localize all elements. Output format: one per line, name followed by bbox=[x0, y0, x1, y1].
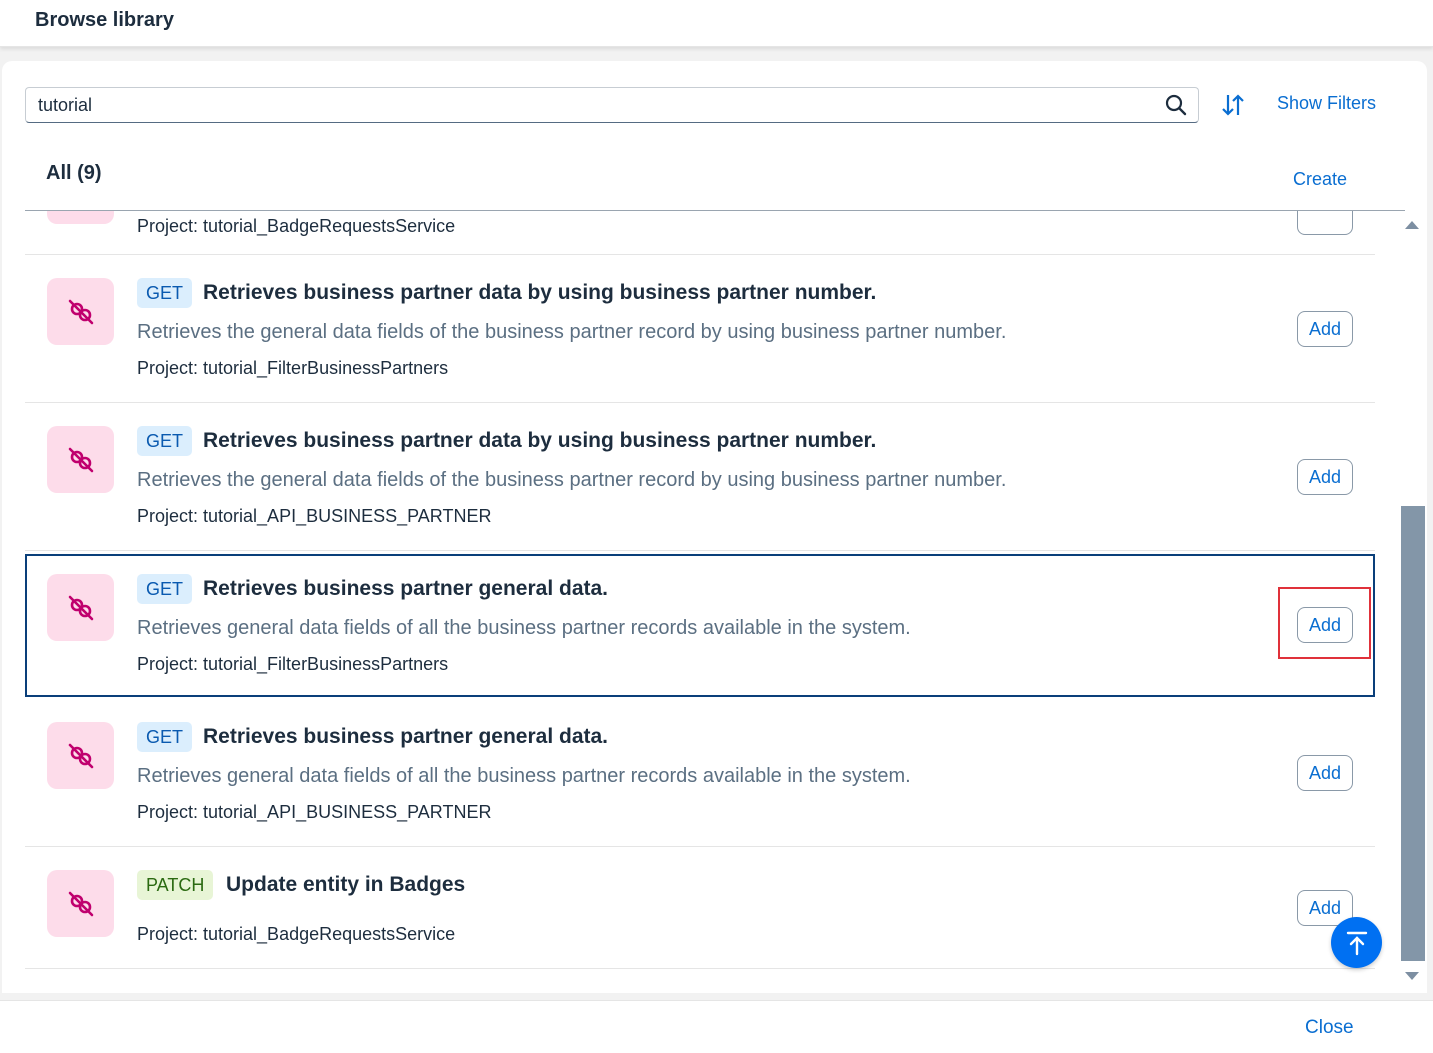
add-button[interactable] bbox=[1297, 211, 1353, 235]
item-avatar bbox=[47, 722, 114, 789]
item-avatar bbox=[47, 211, 114, 224]
api-link-icon bbox=[68, 891, 93, 916]
item-title: Retrieves business partner general data. bbox=[203, 577, 608, 600]
item-project: Project: tutorial_API_BUSINESS_PARTNER bbox=[137, 802, 492, 822]
list-item[interactable]: PATCH Update entity in Badges Project: t… bbox=[25, 847, 1375, 969]
item-avatar bbox=[47, 870, 114, 937]
item-project: Project: tutorial_BadgeRequestsService bbox=[137, 924, 456, 944]
add-button[interactable]: Add bbox=[1297, 311, 1353, 347]
add-button[interactable]: Add bbox=[1297, 459, 1353, 495]
method-badge: GET bbox=[137, 426, 193, 456]
api-link-icon bbox=[68, 595, 93, 620]
method-badge: GET bbox=[137, 278, 193, 308]
sort-icon[interactable] bbox=[1220, 92, 1246, 118]
close-button[interactable]: Close bbox=[1305, 1017, 1354, 1039]
item-description: Retrieves the general data fields of the… bbox=[137, 321, 1007, 343]
list-item[interactable]: GET Retrieves business partner general d… bbox=[25, 699, 1375, 847]
item-title: Update entity in Badges bbox=[226, 873, 466, 896]
item-project: Project: tutorial_FilterBusinessPartners bbox=[137, 358, 449, 378]
list-item[interactable]: GET Retrieves business partner data by u… bbox=[25, 403, 1375, 551]
item-project: Project: tutorial_BadgeRequestsService bbox=[137, 216, 456, 236]
item-title: Retrieves business partner general data. bbox=[203, 725, 608, 748]
item-description: Retrieves the general data fields of the… bbox=[137, 469, 1007, 491]
list-title: All (9) bbox=[46, 162, 102, 184]
item-description: Retrieves general data fields of all the… bbox=[137, 617, 911, 639]
library-list[interactable]: Project: tutorial_BadgeRequestsService G… bbox=[25, 211, 1375, 981]
item-project: Project: tutorial_FilterBusinessPartners bbox=[137, 654, 449, 674]
api-link-icon bbox=[68, 447, 93, 472]
add-button[interactable]: Add bbox=[1297, 755, 1353, 791]
method-badge: GET bbox=[137, 722, 193, 752]
dialog-header: Browse library bbox=[0, 0, 1433, 47]
item-avatar bbox=[47, 574, 114, 641]
search-field[interactable] bbox=[25, 87, 1199, 123]
scroll-to-top-button[interactable] bbox=[1331, 917, 1382, 968]
dialog-title: Browse library bbox=[35, 9, 174, 31]
scrollbar-thumb[interactable] bbox=[1401, 506, 1425, 961]
search-input[interactable] bbox=[38, 92, 1158, 118]
scroll-up-arrow-icon[interactable] bbox=[1405, 221, 1419, 229]
list-item-selected[interactable]: GET Retrieves business partner general d… bbox=[25, 554, 1375, 697]
item-project: Project: tutorial_API_BUSINESS_PARTNER bbox=[137, 506, 492, 526]
api-link-icon bbox=[68, 299, 93, 324]
item-title: Retrieves business partner data by using… bbox=[203, 429, 877, 452]
item-description: Retrieves general data fields of all the… bbox=[137, 765, 911, 787]
list-item[interactable]: GET Retrieves business partner data by u… bbox=[25, 255, 1375, 403]
highlight-box bbox=[1278, 587, 1371, 659]
search-icon[interactable] bbox=[1164, 93, 1188, 117]
method-badge: GET bbox=[137, 574, 193, 604]
arrow-up-to-top-icon bbox=[1346, 931, 1367, 955]
item-avatar bbox=[47, 278, 114, 345]
list-item[interactable]: Project: tutorial_BadgeRequestsService bbox=[25, 211, 1375, 255]
scroll-down-arrow-icon[interactable] bbox=[1405, 972, 1419, 980]
dialog-footer bbox=[0, 1000, 1433, 1053]
method-badge: PATCH bbox=[137, 870, 214, 900]
create-button[interactable]: Create bbox=[1293, 169, 1347, 190]
item-avatar bbox=[47, 426, 114, 493]
api-link-icon bbox=[68, 743, 93, 768]
item-title: Retrieves business partner data by using… bbox=[203, 281, 877, 304]
show-filters-button[interactable]: Show Filters bbox=[1277, 93, 1376, 114]
